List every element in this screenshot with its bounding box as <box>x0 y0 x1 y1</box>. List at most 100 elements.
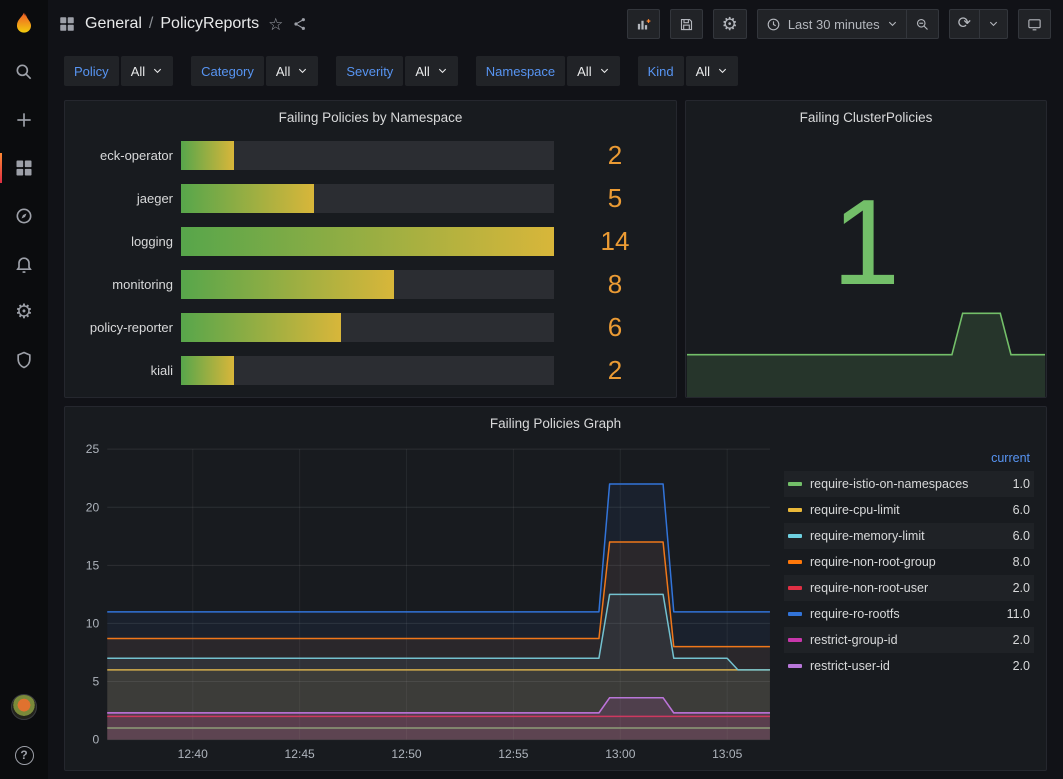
user-avatar[interactable] <box>0 683 48 731</box>
filter-category-label[interactable]: Category <box>191 56 264 86</box>
bar-fill <box>181 270 394 299</box>
filter-category-value[interactable]: All <box>266 56 318 86</box>
bar-gauge-row: eck-operator2 <box>73 141 668 170</box>
star-dashboard-icon[interactable]: ☆ <box>268 16 283 33</box>
bar-fill <box>181 227 554 256</box>
alerting-bell-icon[interactable] <box>0 240 48 288</box>
share-dashboard-icon[interactable] <box>292 16 308 32</box>
filter-kind-label[interactable]: Kind <box>638 56 684 86</box>
time-range-picker[interactable]: Last 30 minutes <box>757 9 907 39</box>
bar-track <box>181 227 554 256</box>
chevron-down-icon <box>717 64 728 79</box>
time-series-plot[interactable]: 051015202512:4012:4512:5012:5513:0013:05 <box>73 441 778 766</box>
bar-row-value: 2 <box>562 355 668 386</box>
legend-swatch <box>788 638 802 642</box>
chevron-down-icon <box>887 17 898 32</box>
legend-series-name: require-istio-on-namespaces <box>810 477 988 491</box>
panel-title[interactable]: Failing ClusterPolicies <box>686 101 1046 133</box>
y-axis-tick-label: 25 <box>86 442 100 456</box>
filter-kind: Kind All <box>638 56 738 86</box>
grafana-logo-icon[interactable] <box>0 0 48 48</box>
dashboard-grid: Failing Policies by Namespace eck-operat… <box>48 94 1063 779</box>
configuration-gear-icon[interactable]: ⚙ <box>0 288 48 336</box>
explore-compass-icon[interactable] <box>0 192 48 240</box>
zoom-out-time-button[interactable] <box>906 9 939 39</box>
legend-series-name: restrict-group-id <box>810 633 988 647</box>
bar-track <box>181 356 554 385</box>
legend-series-name: require-non-root-group <box>810 555 988 569</box>
create-plus-icon[interactable] <box>0 96 48 144</box>
add-panel-button[interactable] <box>627 9 660 39</box>
refresh-button[interactable]: ⟳ <box>949 9 980 39</box>
admin-shield-icon[interactable] <box>0 336 48 384</box>
x-axis-tick-label: 12:40 <box>178 747 208 761</box>
legend-series-current-value: 8.0 <box>996 555 1030 569</box>
bar-row-value: 6 <box>562 312 668 343</box>
dashboards-icon[interactable] <box>0 144 48 192</box>
legend-item[interactable]: require-memory-limit6.0 <box>784 523 1034 549</box>
cycle-view-mode-button[interactable] <box>1018 9 1051 39</box>
apps-grid-icon[interactable] <box>58 15 76 33</box>
legend-swatch <box>788 508 802 512</box>
legend-series-name: require-ro-rootfs <box>810 607 988 621</box>
filter-policy-label[interactable]: Policy <box>64 56 119 86</box>
panel-title[interactable]: Failing Policies Graph <box>65 407 1046 439</box>
legend-item[interactable]: restrict-user-id2.0 <box>784 653 1034 679</box>
sidebar: ⚙ ? <box>0 0 48 779</box>
panel-title[interactable]: Failing Policies by Namespace <box>65 101 676 133</box>
breadcrumb: General / PolicyReports <box>85 15 259 33</box>
chevron-down-icon <box>297 64 308 79</box>
bar-fill <box>181 356 234 385</box>
filter-kind-value[interactable]: All <box>686 56 738 86</box>
save-dashboard-button[interactable] <box>670 9 703 39</box>
x-axis-tick-label: 13:05 <box>712 747 742 761</box>
legend-item[interactable]: require-non-root-group 8.0 <box>784 549 1034 575</box>
filter-severity-label[interactable]: Severity <box>336 56 403 86</box>
bar-track <box>181 184 554 213</box>
x-axis-tick-label: 12:55 <box>498 747 528 761</box>
legend-item[interactable]: require-non-root-user2.0 <box>784 575 1034 601</box>
grafana-app: ⚙ ? General / PolicyReports ☆ <box>0 0 1063 779</box>
time-picker-group: Last 30 minutes <box>757 9 939 39</box>
refresh-interval-dropdown[interactable] <box>979 9 1008 39</box>
y-axis-tick-label: 5 <box>92 675 99 689</box>
help-icon[interactable]: ? <box>0 731 48 779</box>
filter-namespace-label[interactable]: Namespace <box>476 56 565 86</box>
dashboard-settings-button[interactable]: ⚙ <box>713 9 747 39</box>
bar-row-label: kiali <box>73 363 173 378</box>
legend-item[interactable]: require-cpu-limit6.0 <box>784 497 1034 523</box>
legend-item[interactable]: require-istio-on-namespaces 1.0 <box>784 471 1034 497</box>
bar-row-label: jaeger <box>73 191 173 206</box>
legend-series-current-value: 2.0 <box>996 633 1030 647</box>
breadcrumb-separator: / <box>149 15 153 33</box>
filter-namespace-value[interactable]: All <box>567 56 619 86</box>
filter-severity: Severity All <box>336 56 457 86</box>
y-axis-tick-label: 10 <box>86 616 100 630</box>
breadcrumb-dashboard-name[interactable]: PolicyReports <box>160 15 259 33</box>
search-icon[interactable] <box>0 48 48 96</box>
bar-row-value: 14 <box>562 226 668 257</box>
x-axis-tick-label: 13:00 <box>605 747 635 761</box>
legend-item[interactable]: require-ro-rootfs11.0 <box>784 601 1034 627</box>
legend-item[interactable]: restrict-group-id 2.0 <box>784 627 1034 653</box>
main-area: General / PolicyReports ☆ ⚙ L <box>48 0 1063 779</box>
breadcrumb-folder[interactable]: General <box>85 15 142 33</box>
legend-series-current-value: 6.0 <box>996 529 1030 543</box>
bar-gauge: eck-operator2jaeger5logging14monitoring8… <box>65 133 676 399</box>
dashboard-toolbar: General / PolicyReports ☆ ⚙ L <box>48 0 1063 48</box>
bar-row-label: logging <box>73 234 173 249</box>
bar-gauge-row: monitoring8 <box>73 270 668 299</box>
graph-legend: current require-istio-on-namespaces1.0re… <box>778 441 1040 766</box>
bar-row-label: eck-operator <box>73 148 173 163</box>
stat-body: 1 <box>686 133 1046 397</box>
filter-severity-value[interactable]: All <box>405 56 457 86</box>
y-axis-tick-label: 20 <box>86 500 100 514</box>
bar-fill <box>181 313 341 342</box>
legend-series-current-value: 1.0 <box>996 477 1030 491</box>
y-axis-tick-label: 15 <box>86 558 100 572</box>
legend-swatch <box>788 560 802 564</box>
chevron-down-icon <box>988 17 999 32</box>
legend-current-header[interactable]: current <box>784 451 1034 471</box>
bar-row-value: 5 <box>562 183 668 214</box>
filter-policy-value[interactable]: All <box>121 56 173 86</box>
